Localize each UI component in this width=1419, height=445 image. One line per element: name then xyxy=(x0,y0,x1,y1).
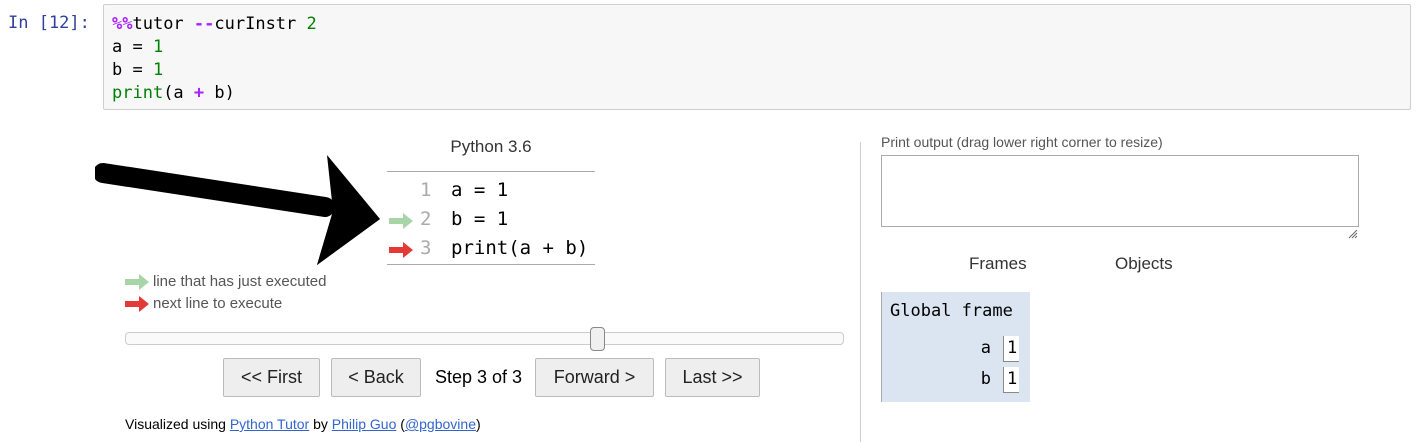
step-slider-track[interactable] xyxy=(125,332,844,345)
frame-var-row: a 1 xyxy=(882,334,1031,362)
print-output-box[interactable] xyxy=(881,155,1359,227)
line-number: 2 xyxy=(420,208,432,230)
frames-header: Frames xyxy=(969,254,1027,273)
code-cell-input[interactable]: %%tutor --curInstr 2 a = 1 b = 1 print(a… xyxy=(103,4,1411,110)
cell-prompt: In [12]: xyxy=(8,13,90,33)
python-tutor-link[interactable]: Python Tutor xyxy=(230,416,309,432)
line-source: a = 1 xyxy=(451,179,509,201)
viz-code-line-2: 2 b = 1 xyxy=(387,206,595,235)
var-name: a xyxy=(980,338,991,358)
viz-code-line-1: 1 a = 1 xyxy=(387,177,595,206)
magic-prefix: %% xyxy=(112,14,133,34)
legend-next-line-label: next line to execute xyxy=(153,295,283,312)
footer-prefix: Visualized using xyxy=(125,416,230,432)
magic-flag: curInstr xyxy=(214,14,307,34)
forward-button[interactable]: Forward > xyxy=(535,358,654,397)
next-line-arrow-icon xyxy=(125,296,149,312)
line-source: b = 1 xyxy=(451,208,509,230)
magic-name: tutor xyxy=(132,14,194,34)
resize-grip-icon[interactable] xyxy=(1348,229,1358,239)
handle-link[interactable]: @pgbovine xyxy=(405,416,476,432)
footer-paren-close: ) xyxy=(475,416,481,432)
panel-divider xyxy=(860,142,861,442)
python-version-title: Python 3.6 xyxy=(450,137,532,156)
global-frame: Global frame a 1 b 1 xyxy=(881,292,1030,402)
annotation-arrow-icon xyxy=(95,155,380,265)
first-button[interactable]: << First xyxy=(223,358,320,397)
step-counter: Step 3 of 3 xyxy=(435,367,523,387)
var-name: b xyxy=(980,369,991,389)
code-line-2: a = 1 xyxy=(112,37,164,57)
just-executed-arrow-icon xyxy=(125,274,149,290)
line-number: 1 xyxy=(420,179,432,201)
line-number: 3 xyxy=(420,237,432,259)
objects-header: Objects xyxy=(1115,254,1173,273)
frame-title: Global frame xyxy=(890,301,1013,321)
line-source: print(a + b) xyxy=(451,237,589,259)
just-executed-arrow-icon xyxy=(389,213,413,229)
var-value: 1 xyxy=(1003,336,1019,362)
author-link[interactable]: Philip Guo xyxy=(332,416,397,432)
frame-var-row: b 1 xyxy=(882,365,1031,393)
var-value: 1 xyxy=(1003,367,1019,393)
step-slider-handle[interactable] xyxy=(590,327,605,351)
viz-code-line-3: 3 print(a + b) xyxy=(387,235,595,264)
print-output-label: Print output (drag lower right corner to… xyxy=(881,134,1163,150)
magic-arg: 2 xyxy=(306,14,317,34)
code-line-3: b = 1 xyxy=(112,60,164,80)
last-button[interactable]: Last >> xyxy=(665,358,760,397)
next-line-arrow-icon xyxy=(389,242,413,258)
footer-paren-open: ( xyxy=(396,416,405,432)
code-line-4: print(a + b) xyxy=(112,83,235,103)
cell-source: %%tutor --curInstr 2 a = 1 b = 1 print(a… xyxy=(112,13,317,105)
legend-just-executed-label: line that has just executed xyxy=(153,273,327,290)
visualizer-footer: Visualized using Python Tutor by Philip … xyxy=(125,416,481,432)
footer-by: by xyxy=(309,416,332,432)
code-top-divider xyxy=(387,171,595,172)
magic-flag-dashes: -- xyxy=(193,14,215,34)
back-button[interactable]: < Back xyxy=(331,358,421,397)
code-bottom-divider xyxy=(387,264,595,265)
